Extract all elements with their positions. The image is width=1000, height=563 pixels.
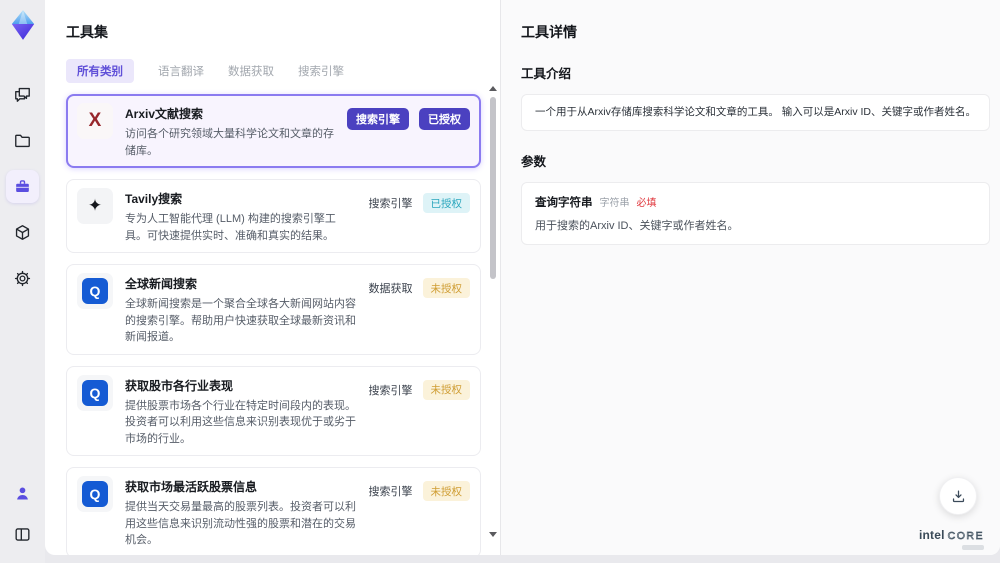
- category-tabs: 所有类别 语言翻译 数据获取 搜索引擎: [66, 59, 481, 83]
- sidebar-item-files[interactable]: [6, 124, 39, 157]
- tool-card[interactable]: Tavily搜索 专为人工智能代理 (LLM) 构建的搜索引擎工具。可快速提供实…: [66, 179, 481, 253]
- category-badge: 数据获取: [368, 283, 413, 295]
- params-heading: 参数: [521, 154, 547, 169]
- category-tab[interactable]: 语言翻译: [158, 59, 204, 83]
- app-root: 工具集 所有类别语言翻译数据获取搜索引擎 Arxiv文献搜索 访问各个研究领域大…: [0, 0, 1000, 563]
- scrollbar: [488, 86, 497, 549]
- tab-label: 所有类别: [77, 66, 123, 78]
- auth-badge: 未授权: [422, 278, 470, 298]
- intel-brand-text: intel: [918, 527, 945, 542]
- param-description: 用于搜索的Arxiv ID、关键字或作者姓名。: [535, 219, 739, 232]
- category-badge: 搜索引擎: [368, 384, 413, 397]
- category-tab[interactable]: 搜索引擎: [298, 59, 344, 83]
- param-name: 查询字符串: [535, 196, 593, 209]
- tool-icon: [77, 188, 113, 224]
- chat-icon: [15, 87, 30, 102]
- tool-badges: 搜索引擎 未授权: [368, 476, 470, 501]
- download-button[interactable]: [939, 477, 977, 515]
- tool-card[interactable]: Arxiv文献搜索 访问各个研究领域大量科学论文和文章的存储库。 搜索引擎 已授…: [66, 94, 481, 168]
- tool-badges: 搜索引擎 已授权: [347, 103, 470, 130]
- category-badge: 搜索引擎: [368, 198, 413, 210]
- tool-icon: [77, 374, 113, 411]
- tool-description: 提供当天交易量最高的股票列表。投资者可以利用这些信息来识别流动性强的股票和潜在的…: [125, 501, 356, 546]
- tool-badges: 搜索引擎 未授权: [368, 375, 470, 400]
- tool-badges: 数据获取 未授权: [368, 273, 470, 298]
- tool-description: 访问各个研究领域大量科学论文和文章的存储库。: [125, 128, 334, 157]
- intel-core-logo: intel core: [918, 527, 984, 550]
- param-type: 字符串: [599, 197, 630, 209]
- intro-text: 一个用于从Arxiv存储库搜索科学论文和文章的工具。 输入可以是Arxiv ID…: [535, 106, 976, 118]
- download-icon: [952, 490, 964, 502]
- intel-core-ultra-mark: [962, 545, 984, 550]
- auth-badge: 已授权: [419, 108, 470, 130]
- param-row: 查询字符串 字符串 必填 用于搜索的Arxiv ID、关键字或作者姓名。: [535, 192, 976, 235]
- param-required-badge: 必填: [636, 197, 657, 209]
- tool-info: 全球新闻搜索 全球新闻搜索是一个聚合全球各大新闻网站内容的搜索引擎。帮助用户快速…: [125, 273, 357, 346]
- intro-card: 一个用于从Arxiv存储库搜索科学论文和文章的工具。 输入可以是Arxiv ID…: [521, 94, 990, 131]
- tool-info: 获取股市各行业表现 提供股票市场各个行业在特定时间段内的表现。投资者可以利用这些…: [125, 375, 357, 448]
- panel-icon: [15, 528, 30, 541]
- auth-badge: 未授权: [422, 379, 470, 400]
- scroll-up-arrow-icon[interactable]: [488, 86, 497, 91]
- app-logo: [11, 10, 34, 40]
- intro-heading: 工具介绍: [521, 67, 572, 81]
- tool-icon: [77, 476, 113, 512]
- tool-icon: [77, 273, 113, 309]
- sidebar-item-packages[interactable]: [6, 216, 39, 249]
- sidebar: [0, 0, 45, 563]
- tab-label: 数据获取: [228, 66, 274, 78]
- tool-description: 提供股票市场各个行业在特定时间段内的表现。投资者可以利用这些信息来识别表现优于或…: [125, 399, 356, 445]
- scroll-down-arrow-icon[interactable]: [488, 532, 497, 537]
- category-tab[interactable]: 所有类别: [66, 59, 134, 83]
- user-icon: [17, 487, 28, 500]
- cube-icon: [15, 225, 30, 240]
- sidebar-nav: [6, 78, 39, 295]
- gear-icon: [14, 270, 31, 287]
- param-head: 查询字符串 字符串 必填: [535, 194, 976, 210]
- tool-description: 全球新闻搜索是一个聚合全球各大新闻网站内容的搜索引擎。帮助用户快速获取全球最新资…: [125, 298, 356, 343]
- sidebar-bottom: [6, 477, 39, 551]
- params-card: 查询字符串 字符串 必填 用于搜索的Arxiv ID、关键字或作者姓名。: [521, 181, 990, 245]
- tool-card[interactable]: 全球新闻搜索 全球新闻搜索是一个聚合全球各大新闻网站内容的搜索引擎。帮助用户快速…: [66, 264, 481, 355]
- tool-title: 获取市场最活跃股票信息: [125, 480, 258, 494]
- tool-title: Arxiv文献搜索: [125, 107, 204, 121]
- tool-title: Tavily搜索: [125, 192, 183, 206]
- tool-list-panel: 工具集 所有类别语言翻译数据获取搜索引擎 Arxiv文献搜索 访问各个研究领域大…: [45, 0, 500, 555]
- tab-label: 语言翻译: [158, 66, 204, 78]
- sidebar-item-settings[interactable]: [6, 262, 39, 295]
- scrollbar-thumb[interactable]: [489, 97, 496, 279]
- tool-title: 获取股市各行业表现: [125, 378, 234, 393]
- tool-card[interactable]: 获取股市各行业表现 提供股票市场各个行业在特定时间段内的表现。投资者可以利用这些…: [66, 365, 481, 456]
- folder-icon: [15, 134, 30, 148]
- tool-list: Arxiv文献搜索 访问各个研究领域大量科学论文和文章的存储库。 搜索引擎 已授…: [66, 94, 481, 555]
- tool-info: 获取市场最活跃股票信息 提供当天交易量最高的股票列表。投资者可以利用这些信息来识…: [125, 476, 357, 549]
- sidebar-item-chat[interactable]: [6, 78, 39, 111]
- sidebar-item-tools[interactable]: [6, 170, 39, 203]
- category-badge: 搜索引擎: [347, 108, 409, 130]
- sidebar-item-account[interactable]: [6, 477, 39, 510]
- core-brand-text: core: [947, 529, 984, 542]
- tab-label: 搜索引擎: [298, 66, 344, 78]
- briefcase-icon: [16, 180, 29, 193]
- tool-card[interactable]: 获取市场最活跃股票信息 提供当天交易量最高的股票列表。投资者可以利用这些信息来识…: [66, 467, 481, 555]
- page-title: 工具集: [66, 24, 108, 40]
- tool-detail-panel: 工具详情 工具介绍 一个用于从Arxiv存储库搜索科学论文和文章的工具。 输入可…: [500, 0, 1000, 555]
- category-badge: 搜索引擎: [368, 486, 413, 498]
- category-tab[interactable]: 数据获取: [228, 59, 274, 83]
- tool-title: 全球新闻搜索: [125, 277, 198, 291]
- sidebar-item-panel-toggle[interactable]: [6, 518, 39, 551]
- tool-description: 专为人工智能代理 (LLM) 构建的搜索引擎工具。可快速提供实时、准确和真实的结…: [125, 213, 336, 242]
- tool-badges: 搜索引擎 已授权: [368, 188, 470, 213]
- tool-info: Arxiv文献搜索 访问各个研究领域大量科学论文和文章的存储库。: [125, 103, 335, 159]
- main-window: 工具集 所有类别语言翻译数据获取搜索引擎 Arxiv文献搜索 访问各个研究领域大…: [45, 0, 1000, 555]
- tool-icon: [77, 103, 113, 139]
- tool-info: Tavily搜索 专为人工智能代理 (LLM) 构建的搜索引擎工具。可快速提供实…: [125, 188, 357, 244]
- auth-badge: 已授权: [422, 193, 470, 213]
- detail-title: 工具详情: [521, 24, 577, 40]
- auth-badge: 未授权: [422, 481, 470, 501]
